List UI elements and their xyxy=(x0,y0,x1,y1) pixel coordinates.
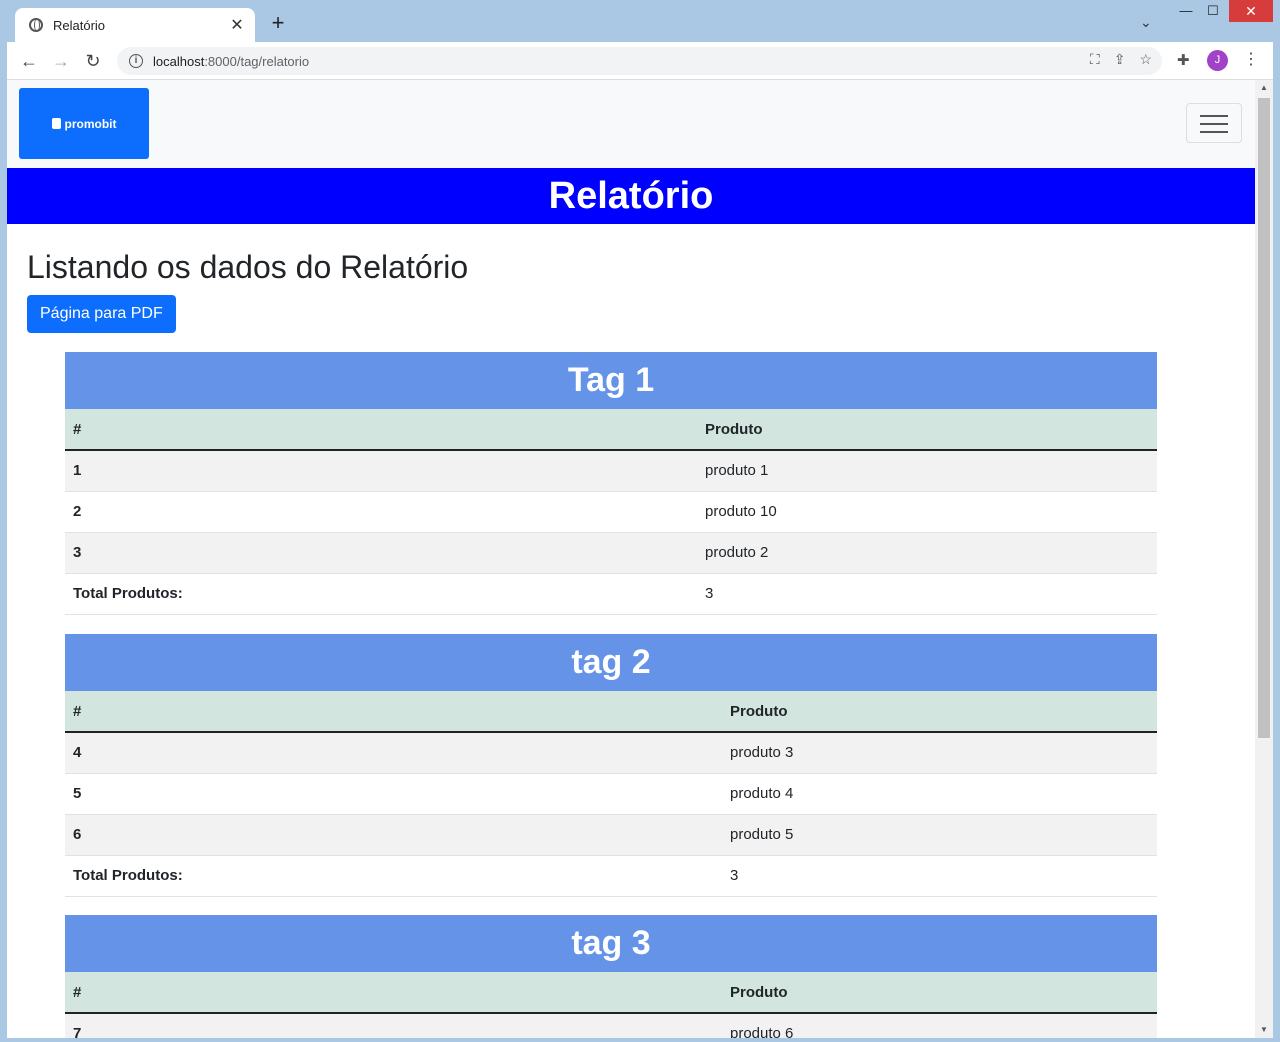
tag-block: tag 3 # Produto 7 produto 6 xyxy=(65,915,1157,1038)
table-row: 2 produto 10 xyxy=(65,491,1157,533)
share-icon[interactable]: ⇪ xyxy=(1114,51,1126,68)
total-row: Total Produtos: 3 xyxy=(65,573,1157,615)
row-product: produto 2 xyxy=(697,532,1157,574)
reload-icon[interactable]: ↻ xyxy=(82,50,104,72)
total-label: Total Produtos: xyxy=(65,573,697,615)
row-product: produto 4 xyxy=(722,773,1157,815)
column-header-index: # xyxy=(65,972,722,1014)
table-row: 5 produto 4 xyxy=(65,773,1157,815)
tag-title: Tag 1 xyxy=(65,352,1157,409)
page-banner-title: Relatório xyxy=(7,168,1255,224)
hamburger-line xyxy=(1200,131,1228,133)
tag-title: tag 3 xyxy=(65,915,1157,972)
tab-title: Relatório xyxy=(53,17,106,33)
main-content: Listando os dados do Relatório Página pa… xyxy=(27,224,1235,333)
row-index: 7 xyxy=(65,1013,722,1038)
column-header-product: Produto xyxy=(722,691,1157,733)
window-bottom-edge xyxy=(0,1038,1280,1042)
minimize-icon[interactable]: — xyxy=(1175,0,1197,22)
browser-toolbar: ← → ↻ i localhost:8000/tag/relatorio ⛶ ⇪… xyxy=(7,42,1273,80)
tag-table: # Produto 1 produto 1 2 produto 10 3 produto… xyxy=(65,409,1157,615)
tag-block: Tag 1 # Produto 1 produto 1 2 produto 10 3p… xyxy=(65,352,1157,615)
site-navbar: promobit xyxy=(7,80,1255,168)
globe-icon xyxy=(29,18,43,32)
table-row: 1 produto 1 xyxy=(65,450,1157,492)
scroll-up-icon[interactable]: ▲ xyxy=(1255,80,1273,96)
maximize-icon[interactable]: ☐ xyxy=(1202,0,1224,22)
browser-window: Relatório ✕ + ⌄ — ☐ ✕ ← → ↻ i localhost:… xyxy=(0,0,1280,1042)
translate-icon[interactable]: ⛶ xyxy=(1090,51,1100,68)
tag-block: tag 2 # Produto 4 produto 3 5 produto 4 6 pr… xyxy=(65,634,1157,897)
back-icon[interactable]: ← xyxy=(18,50,40,72)
tab-strip: Relatório ✕ + ⌄ — ☐ ✕ xyxy=(0,0,1280,42)
forward-icon[interactable]: → xyxy=(50,50,72,72)
address-bar[interactable]: i localhost:8000/tag/relatorio ⛶ ⇪ ☆ xyxy=(117,47,1162,75)
total-value: 3 xyxy=(722,855,1157,897)
scroll-down-icon[interactable]: ▼ xyxy=(1255,1022,1273,1038)
browser-tab[interactable]: Relatório ✕ xyxy=(15,8,255,42)
total-value: 3 xyxy=(697,573,1157,615)
hamburger-line xyxy=(1200,123,1228,125)
row-product: produto 5 xyxy=(722,814,1157,856)
row-product: produto 3 xyxy=(722,732,1157,774)
profile-avatar[interactable]: J xyxy=(1207,50,1228,71)
row-index: 6 xyxy=(65,814,722,856)
menu-kebab-icon[interactable]: ⋮ xyxy=(1243,49,1259,69)
logo-mark-icon xyxy=(51,118,61,129)
table-row: 3 produto 2 xyxy=(65,532,1157,574)
window-close-icon[interactable]: ✕ xyxy=(1229,0,1273,22)
row-product: produto 1 xyxy=(697,450,1157,492)
url-path: :8000/tag/relatorio xyxy=(204,53,310,69)
scrollbar-thumb[interactable] xyxy=(1258,98,1270,738)
logo-text: promobit xyxy=(64,116,117,131)
tab-close-icon[interactable]: ✕ xyxy=(225,15,249,35)
table-row: 4 produto 3 xyxy=(65,732,1157,774)
promobit-logo[interactable]: promobit xyxy=(19,88,149,159)
tag-table: # Produto 7 produto 6 xyxy=(65,972,1157,1038)
row-index: 4 xyxy=(65,732,722,774)
navbar-toggler-button[interactable] xyxy=(1186,103,1242,143)
row-index: 1 xyxy=(65,450,697,492)
row-index: 2 xyxy=(65,491,697,533)
row-product: produto 10 xyxy=(697,491,1157,533)
page-viewport: promobit Relatório Listando os dados do … xyxy=(7,80,1255,1038)
table-row: 6 produto 5 xyxy=(65,814,1157,856)
table-row: 7 produto 6 xyxy=(65,1013,1157,1038)
tab-search-icon[interactable]: ⌄ xyxy=(1140,14,1152,31)
bookmark-star-icon[interactable]: ☆ xyxy=(1139,51,1152,68)
row-index: 5 xyxy=(65,773,722,815)
page-heading: Listando os dados do Relatório xyxy=(27,249,469,285)
tag-table: # Produto 4 produto 3 5 produto 4 6 produto … xyxy=(65,691,1157,897)
total-row: Total Produtos: 3 xyxy=(65,855,1157,897)
column-header-product: Produto xyxy=(722,972,1157,1014)
column-header-index: # xyxy=(65,409,697,451)
pdf-page-button[interactable]: Página para PDF xyxy=(27,295,176,333)
new-tab-button[interactable]: + xyxy=(266,12,290,36)
page-scrollbar[interactable]: ▲ ▼ xyxy=(1255,80,1273,1038)
extensions-icon[interactable]: ✚ xyxy=(1177,51,1190,69)
url-text: localhost:8000/tag/relatorio xyxy=(153,54,309,69)
column-header-index: # xyxy=(65,691,722,733)
total-label: Total Produtos: xyxy=(65,855,722,897)
row-product: produto 6 xyxy=(722,1013,1157,1038)
column-header-product: Produto xyxy=(697,409,1157,451)
url-host: localhost xyxy=(153,53,205,69)
tag-title: tag 2 xyxy=(65,634,1157,691)
hamburger-line xyxy=(1200,115,1228,117)
row-index: 3 xyxy=(65,532,697,574)
site-info-icon[interactable]: i xyxy=(129,54,143,68)
